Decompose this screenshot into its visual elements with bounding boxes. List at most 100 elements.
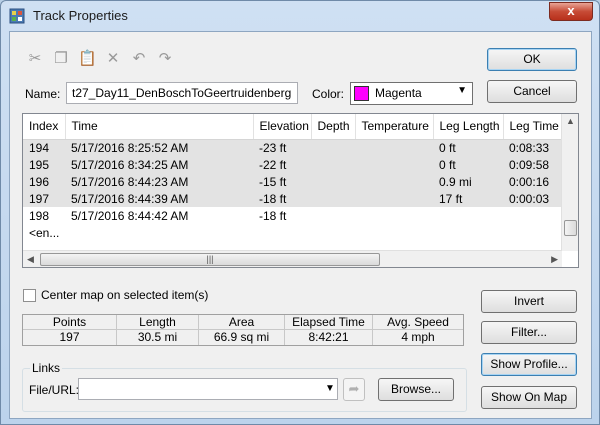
cell-elevation: -18 ft [259,208,287,223]
stat-value: 8:42:21 [308,330,349,344]
file-url-input[interactable] [78,378,338,400]
table-header-row: Index Time Elevation Depth Temperature L… [23,114,564,140]
table-row-end[interactable]: <en... [23,224,563,241]
copy-icon[interactable]: ❐ [52,50,70,68]
cell-temperature [355,156,433,173]
center-map-label[interactable]: Center map on selected item(s) [41,288,208,302]
invert-button[interactable]: Invert [481,290,577,313]
window-title: Track Properties [33,8,128,23]
delete-icon[interactable]: ✕ [104,50,122,68]
scroll-up-icon[interactable]: ▲ [566,116,575,126]
cancel-button[interactable]: Cancel [487,80,577,103]
end-marker: <en... [29,225,60,240]
track-stats-panel: Points 197 Length 30.5 mi Area 66.9 sq m… [22,314,464,346]
name-label: Name: [25,87,61,101]
cell-time: 5/17/2016 8:44:42 AM [71,208,189,223]
cell-time: 5/17/2016 8:44:39 AM [65,190,253,207]
scroll-left-icon[interactable]: ◀ [27,254,34,265]
undo-icon[interactable]: ↶ [130,50,148,68]
cell-index: 195 [23,156,65,173]
dialog-body: ✂ ❐ 📋 ✕ ↶ ↷ OK Cancel Name: t27_Day11_De… [9,31,592,419]
stat-value: 4 mph [401,330,435,344]
cell-depth [311,190,355,207]
title-bar[interactable]: Track Properties x [1,1,599,31]
close-button[interactable]: x [549,2,593,21]
stat-header: Length [117,315,198,330]
cell-leg-length [433,207,503,224]
table-row[interactable]: 194 5/17/2016 8:25:52 AM -23 ft 0 ft 0:0… [23,139,563,156]
stat-header: Points [23,315,116,330]
stat-header: Elapsed Time [285,315,372,330]
cell-leg-length: 0 ft [433,139,503,156]
stat-value: 66.9 sq mi [213,330,270,344]
scroll-right-icon[interactable]: ▶ [551,254,558,265]
cell-leg-time: 0:09:58 [503,156,563,173]
cell-index: 196 [23,173,65,190]
redo-icon[interactable]: ↷ [156,50,174,68]
cell-leg-time: 0:00:03 [503,190,563,207]
show-profile-button[interactable]: Show Profile... [481,353,577,376]
cell-elevation: -22 ft [253,156,311,173]
stat-header: Area [199,315,284,330]
arrow-right-icon: ➦ [348,381,360,396]
column-header-temperature[interactable]: Temperature [355,114,434,140]
table-row[interactable]: 197 5/17/2016 8:44:39 AM -18 ft 17 ft 0:… [23,190,563,207]
column-header-elevation[interactable]: Elevation [253,114,312,140]
column-header-leg-length[interactable]: Leg Length [433,114,504,140]
cell-elevation: -18 ft [253,190,311,207]
open-link-button[interactable]: ➦ [343,378,365,401]
cell-leg-length: 0 ft [433,156,503,173]
cell-index: 197 [23,190,65,207]
name-field[interactable]: t27_Day11_DenBoschToGeertruidenberg [66,82,298,104]
cell-leg-length: 17 ft [433,190,503,207]
center-map-checkbox[interactable] [23,289,36,302]
cell-temperature [355,139,433,156]
color-label: Color: [312,87,345,101]
column-header-time[interactable]: Time [65,114,254,140]
cell-time: 5/17/2016 8:44:23 AM [65,173,253,190]
vertical-scroll-thumb[interactable] [564,220,577,236]
cell-depth [311,173,355,190]
paste-icon[interactable]: 📋 [78,50,97,68]
horizontal-scroll-thumb[interactable]: ||| [40,253,380,266]
cell-elevation: -15 ft [253,173,311,190]
cell-depth [311,156,355,173]
stat-avg-speed: Avg. Speed 4 mph [373,315,463,345]
cell-time: 5/17/2016 8:34:25 AM [65,156,253,173]
stat-length: Length 30.5 mi [117,315,199,345]
cut-icon[interactable]: ✂ [26,50,44,68]
table-row[interactable]: 195 5/17/2016 8:34:25 AM -22 ft 0 ft 0:0… [23,156,563,173]
column-header-depth[interactable]: Depth [311,114,356,140]
show-on-map-button[interactable]: Show On Map [481,386,577,409]
table-row[interactable]: 196 5/17/2016 8:44:23 AM -15 ft 0.9 mi 0… [23,173,563,190]
horizontal-scrollbar[interactable]: ◀ ||| ▶ [23,250,562,267]
cell-elevation: -23 ft [253,139,311,156]
cell-temperature [355,173,433,190]
file-url-chevron-down-icon[interactable]: ▼ [325,383,335,394]
cell-leg-time: 0:00:16 [503,173,563,190]
filter-button[interactable]: Filter... [481,321,577,344]
ok-button[interactable]: OK [487,48,577,71]
color-value: Magenta [375,86,422,100]
cell-time: 5/17/2016 8:25:52 AM [65,139,253,156]
table-row[interactable]: 198 5/17/2016 8:44:42 AM -18 ft [23,207,563,224]
stat-points: Points 197 [23,315,117,345]
chevron-down-icon: ▼ [457,85,467,96]
stat-value: 30.5 mi [137,330,178,344]
column-header-leg-time[interactable]: Leg Time [503,114,564,140]
cell-leg-time [503,207,563,224]
browse-button[interactable]: Browse... [378,378,454,401]
stat-elapsed-time: Elapsed Time 8:42:21 [285,315,373,345]
track-points-grid[interactable]: Index Time Elevation Depth Temperature L… [22,113,579,268]
cell-depth [311,139,355,156]
color-swatch [354,86,369,101]
cell-temperature [355,190,433,207]
links-group-label: Links [30,361,63,375]
column-header-index[interactable]: Index [23,114,66,140]
cell-leg-time: 0:08:33 [503,139,563,156]
vertical-scrollbar[interactable]: ▲ [561,114,578,251]
file-url-label: File/URL: [29,383,80,397]
track-points-table: Index Time Elevation Depth Temperature L… [23,114,564,241]
color-select[interactable]: Magenta ▼ [350,82,473,105]
stat-value: 197 [59,330,80,344]
